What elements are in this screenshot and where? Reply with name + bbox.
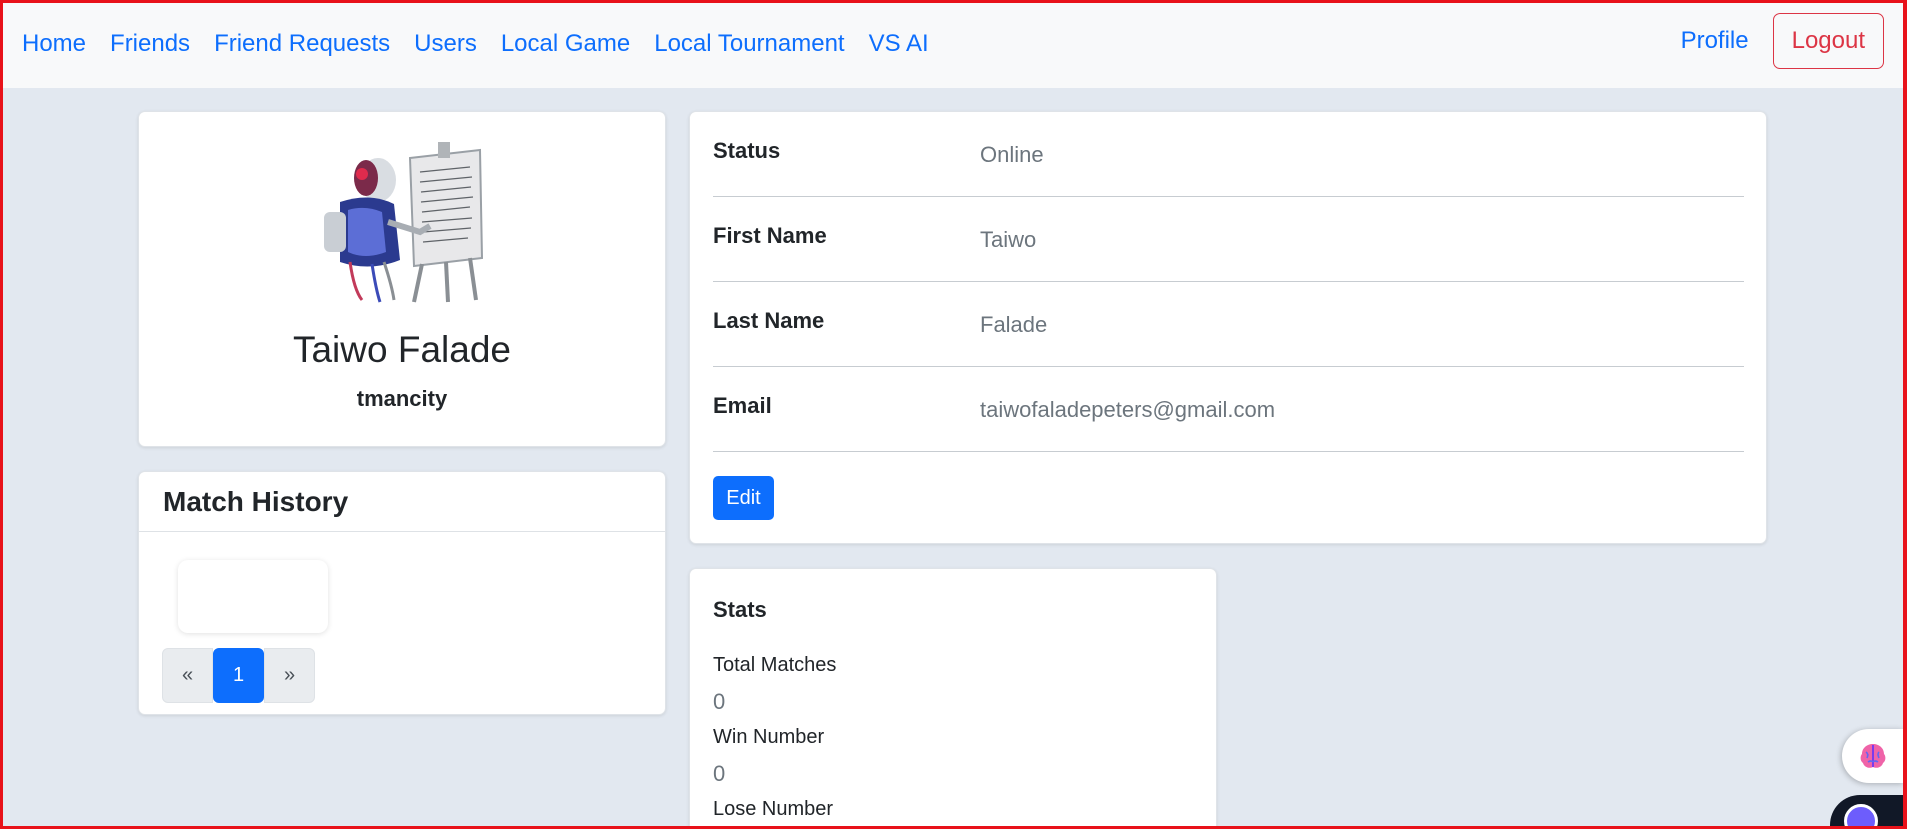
pagination-prev-button[interactable]: « [162,648,213,703]
nav-local-game-link[interactable]: Local Game [501,30,630,58]
detail-row-status: Status Online [713,112,1744,197]
nav-vs-ai-link[interactable]: VS AI [869,30,929,58]
logout-button[interactable]: Logout [1772,13,1884,69]
nav-friend-requests-link[interactable]: Friend Requests [214,30,390,58]
nav-friends-link[interactable]: Friends [110,30,190,58]
stat-value-win-number: 0 [713,761,726,786]
stats-title: Stats [713,597,767,622]
detail-row-email: Email taiwofaladepeters@gmail.com [713,367,1744,452]
detail-value: Online [980,142,1044,167]
brain-extension-button[interactable] [1842,729,1904,783]
nav-local-tournament-link[interactable]: Local Tournament [654,30,844,58]
detail-label: Email [713,393,772,418]
edit-button[interactable]: Edit [713,476,774,520]
match-history-title: Match History [139,472,665,532]
detail-row-last-name: Last Name Falade [713,282,1744,367]
detail-label: First Name [713,223,827,248]
detail-label: Last Name [713,308,825,333]
pagination-next-button[interactable]: » [264,648,315,703]
chat-assistant-button[interactable] [1830,795,1907,829]
stat-label-win-number: Win Number [713,726,825,748]
profile-username: tmancity [356,386,448,411]
nav-home-link[interactable]: Home [22,30,86,58]
avatar [310,140,490,305]
top-navbar: Home Friends Friend Requests Users Local… [0,0,1907,88]
detail-label: Status [713,138,781,163]
profile-full-name: Taiwo Falade [292,329,511,370]
assistant-face-icon [1844,804,1878,829]
stats-card: Stats Total Matches 0 Win Number 0 Lose … [689,568,1217,829]
profile-details-card: Status Online First Name Taiwo Last Name… [689,111,1767,544]
stat-label-lose-number: Lose Number [713,798,834,820]
match-history-pagination: « 1 » [162,648,315,703]
nav-profile-link[interactable]: Profile [1681,27,1749,55]
nav-right-group: Profile Logout [1681,13,1884,69]
detail-value: taiwofaladepeters@gmail.com [980,397,1276,422]
robot-painting-avatar-icon [324,142,484,303]
detail-row-first-name: First Name Taiwo [713,197,1744,282]
detail-value: Falade [980,312,1048,337]
stat-value-total-matches: 0 [713,689,726,714]
match-history-card: Match History « 1 » [138,471,666,715]
brain-icon [1860,744,1886,768]
nav-users-link[interactable]: Users [414,30,477,58]
match-history-empty-item [178,560,328,633]
detail-value: Taiwo [980,227,1037,252]
pagination-page-1-button[interactable]: 1 [213,648,264,703]
stat-label-total-matches: Total Matches [713,654,837,676]
